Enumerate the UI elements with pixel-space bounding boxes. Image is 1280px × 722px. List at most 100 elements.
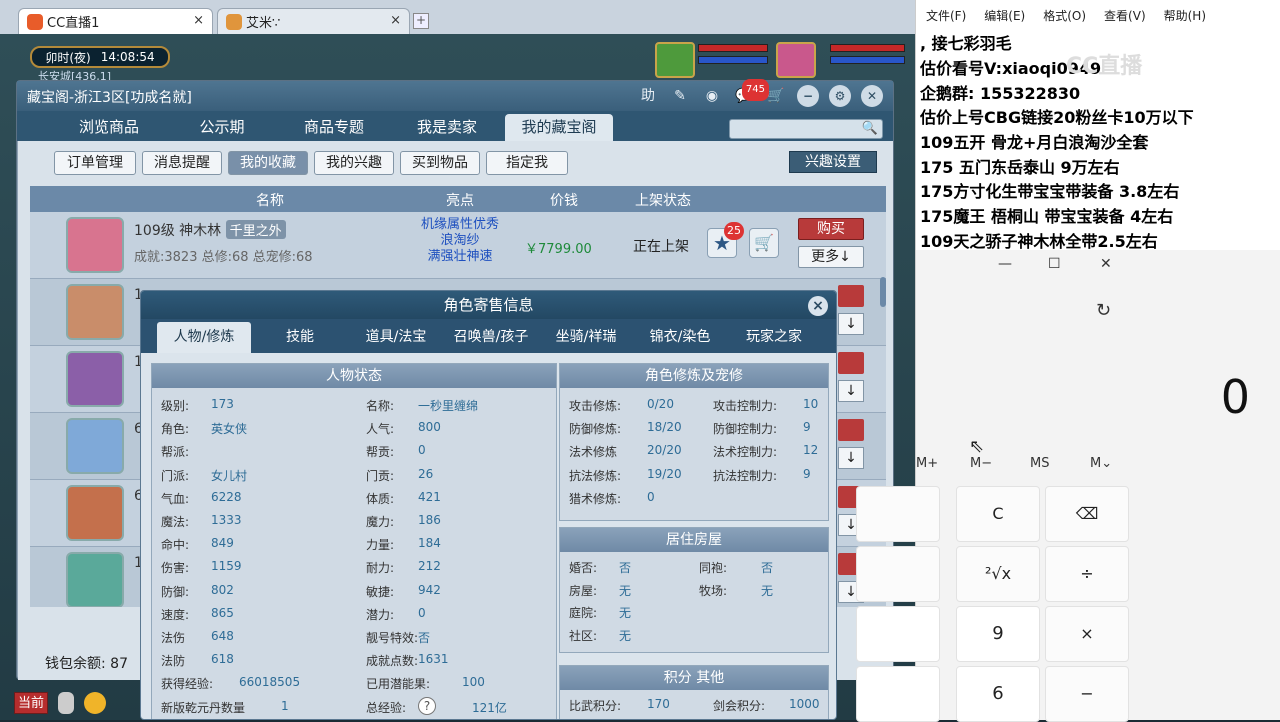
field-value: 1631 (418, 652, 449, 667)
add-to-cart-icon[interactable]: 🛒 (749, 228, 779, 258)
digit-6-button[interactable]: 6 (956, 666, 1040, 722)
search-icon[interactable]: 🔍 (862, 121, 878, 136)
tab-pets[interactable]: 召唤兽/孩子 (443, 322, 539, 353)
field-label: 婚否: (569, 561, 598, 575)
field-value: 0 (418, 443, 426, 458)
dialog-tabs: 人物/修炼 技能 道具/法宝 召唤兽/孩子 坐骑/祥瑞 锦衣/染色 玩家之家 (141, 319, 836, 353)
key-partial[interactable] (856, 666, 940, 722)
record-icon[interactable]: ◉ (701, 85, 723, 107)
tab-mounts[interactable]: 坐骑/祥瑞 (539, 322, 633, 353)
highlight-line[interactable]: 浪淘纱 (405, 233, 515, 249)
field-label: 房屋: (569, 583, 598, 598)
menu-help[interactable]: 帮助(H) (1164, 7, 1206, 23)
menu-format[interactable]: 格式(O) (1043, 7, 1086, 23)
message-icon[interactable]: 💬745 (733, 79, 769, 107)
more-button[interactable]: ↓ (838, 380, 864, 402)
highlight-line[interactable]: 满强壮神速 (405, 249, 515, 265)
memory-store-button[interactable]: MS (1030, 456, 1049, 471)
my-interests-button[interactable]: 我的兴趣 (314, 151, 394, 175)
buy-button[interactable] (838, 352, 864, 374)
buy-button[interactable] (838, 419, 864, 441)
pet-portrait[interactable] (655, 42, 695, 78)
residence-field: 牧场: 无 (699, 582, 773, 599)
help-icon[interactable]: ? (418, 696, 436, 715)
points-field: 比武积分: 170 (569, 697, 670, 714)
maximize-icon[interactable]: ☐ (1048, 256, 1061, 272)
microphone-icon[interactable] (58, 692, 74, 714)
order-management-button[interactable]: 订单管理 (54, 151, 136, 175)
message-reminder-button[interactable]: 消息提醒 (142, 151, 222, 175)
section-title: 角色修炼及宠修 (560, 364, 828, 388)
browser-tab-aimi[interactable]: 艾米∵ × (217, 8, 410, 34)
my-favorites-button[interactable]: 我的收藏 (228, 151, 308, 175)
field-label: 靓号特效: (366, 631, 419, 645)
interest-settings-button[interactable]: 兴趣设置 (789, 151, 877, 173)
history-icon[interactable]: ↻ (1096, 300, 1111, 321)
settings-icon[interactable]: ⚙ (829, 85, 851, 107)
stat-field: 法伤 648 (161, 629, 234, 646)
memory-add-button[interactable]: M+ (916, 456, 938, 471)
tab-player-home[interactable]: 玩家之家 (727, 322, 821, 353)
assigned-to-me-button[interactable]: 指定我 (486, 151, 568, 175)
subtract-button[interactable]: − (1045, 666, 1129, 722)
tab-public[interactable]: 公示期 (169, 114, 275, 141)
bought-items-button[interactable]: 买到物品 (400, 151, 480, 175)
new-tab-button[interactable]: + (413, 13, 429, 29)
search-input[interactable]: 🔍 (729, 119, 883, 139)
close-icon[interactable]: ✕ (1100, 256, 1112, 272)
divide-button[interactable]: ÷ (1045, 546, 1129, 602)
help-icon[interactable]: 助 (637, 85, 659, 107)
backspace-button[interactable]: ⌫ (1045, 486, 1129, 542)
highlight-line[interactable]: 机缘属性优秀 (405, 217, 515, 233)
close-tab-icon[interactable]: × (193, 13, 204, 28)
pen-icon[interactable]: ✎ (669, 85, 691, 107)
stat-field: 潜力: 0 (366, 606, 426, 623)
tab-browse[interactable]: 浏览商品 (49, 114, 169, 141)
field-value: 0 (418, 605, 426, 620)
key-partial[interactable] (856, 606, 940, 662)
field-label: 名称: (366, 399, 395, 413)
stat-field: 新版乾元丹数量 1 (161, 699, 289, 716)
clear-button[interactable]: C (956, 486, 1040, 542)
close-icon[interactable]: ✕ (861, 85, 883, 107)
more-button[interactable]: ↓ (838, 313, 864, 335)
minimize-icon[interactable]: − (797, 85, 819, 107)
digit-9-button[interactable]: 9 (956, 606, 1040, 662)
buy-button[interactable] (838, 285, 864, 307)
buy-button[interactable]: 购买 (798, 218, 864, 240)
menu-edit[interactable]: 编辑(E) (984, 7, 1025, 23)
stat-field: 角色: 英女侠 (161, 420, 247, 437)
tab-topics[interactable]: 商品专题 (279, 114, 389, 141)
close-tab-icon[interactable]: × (390, 13, 401, 28)
player-portrait[interactable] (776, 42, 816, 78)
control-field: 法术控制力: 12 (713, 443, 818, 460)
key-partial[interactable] (856, 486, 940, 542)
close-icon[interactable]: × (808, 296, 828, 316)
field-value: 173 (211, 397, 234, 411)
more-button[interactable]: 更多↓ (798, 246, 864, 268)
menu-view[interactable]: 查看(V) (1104, 7, 1146, 23)
memory-list-button[interactable]: M⌄ (1090, 456, 1112, 471)
tab-items[interactable]: 道具/法宝 (349, 322, 443, 353)
tab-character-cultivation[interactable]: 人物/修炼 (157, 322, 251, 353)
multiply-button[interactable]: × (1045, 606, 1129, 662)
tab-outfits[interactable]: 锦衣/染色 (633, 322, 727, 353)
menu-file[interactable]: 文件(F) (926, 7, 966, 23)
field-value: 无 (619, 628, 632, 643)
stat-field: 魔力: 186 (366, 513, 441, 530)
stat-field: 已用潜能果: 100 (366, 675, 485, 692)
memory-subtract-button[interactable]: M− (970, 456, 992, 471)
tab-skills[interactable]: 技能 (253, 322, 347, 353)
minimize-icon[interactable]: — (998, 256, 1012, 272)
current-channel-button[interactable]: 当前 (14, 692, 48, 714)
table-row[interactable]: 109级 神木林 千里之外 成就:3823 总修:68 总宠修:68 机缘属性优… (30, 212, 886, 279)
tab-my-pavilion[interactable]: 我的藏宝阁 (505, 114, 613, 141)
emoji-icon[interactable] (84, 692, 106, 714)
more-button[interactable]: ↓ (838, 447, 864, 469)
square-root-button[interactable]: ²√x (956, 546, 1040, 602)
key-partial[interactable] (856, 546, 940, 602)
browser-tab-cc-live[interactable]: CC直播1 × (18, 8, 213, 34)
field-value: 66018505 (239, 675, 301, 690)
tab-seller[interactable]: 我是卖家 (393, 114, 501, 141)
list-scrollbar[interactable] (880, 277, 886, 307)
